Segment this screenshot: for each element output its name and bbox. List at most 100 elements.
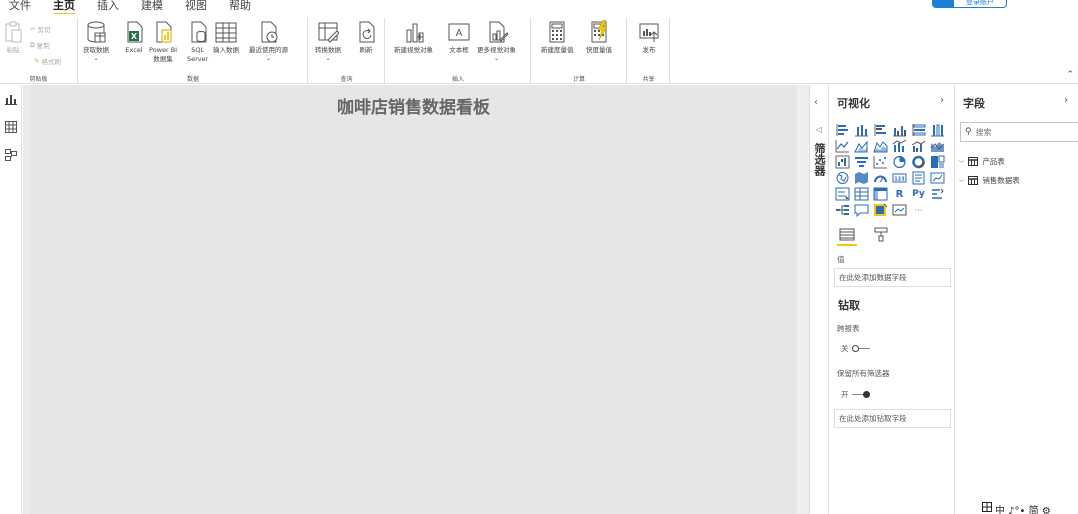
report-view-icon[interactable]: [5, 93, 17, 105]
signin-button[interactable]: 登录账户: [954, 0, 1007, 8]
collapse-ribbon-icon[interactable]: ⌃: [1066, 70, 1074, 80]
filters-label[interactable]: 筛选器: [813, 143, 826, 176]
model-view-icon[interactable]: [5, 149, 17, 161]
field-table-product[interactable]: ⌵ 产品表: [959, 156, 1005, 167]
menu-view[interactable]: 视图: [174, 0, 218, 14]
table-visual-icon[interactable]: [854, 187, 869, 201]
multi-row-card-icon[interactable]: [911, 171, 926, 185]
smart-narrative-icon[interactable]: [873, 203, 888, 217]
avatar[interactable]: [932, 0, 954, 8]
funnel-chart-icon[interactable]: [854, 155, 869, 169]
new-measure-button[interactable]: 新建度量值: [541, 20, 574, 55]
copy-button[interactable]: ⧉ 复制: [30, 40, 50, 51]
fields-search-input[interactable]: [975, 127, 1066, 137]
paste-icon: [5, 21, 22, 43]
scatter-chart-icon[interactable]: [873, 155, 888, 169]
enter-data-button[interactable]: 输入数据: [213, 20, 239, 55]
menu-insert[interactable]: 插入: [86, 0, 130, 14]
new-visual-button[interactable]: 新建视觉对象: [394, 20, 433, 55]
chevron-down-icon[interactable]: ⌵: [959, 157, 964, 166]
area-chart-icon[interactable]: [854, 139, 869, 153]
paginated-report-icon[interactable]: [892, 203, 907, 217]
copy-icon: ⧉: [30, 40, 35, 49]
stacked-column-chart-icon[interactable]: [854, 123, 869, 137]
100-stacked-column-chart-icon[interactable]: [930, 123, 945, 137]
tab-format[interactable]: [871, 226, 891, 242]
cut-button[interactable]: ✂ 剪切: [30, 24, 50, 34]
ribbon-chart-icon[interactable]: [930, 139, 945, 153]
format-painter-button[interactable]: ✎ 格式刷: [34, 56, 61, 66]
canvas-scrollbar[interactable]: [797, 85, 809, 514]
grid-icon: [982, 502, 992, 512]
power-bi-dataset-button[interactable]: Power BI 数据集: [149, 20, 177, 64]
sql-server-button[interactable]: SQL Server: [187, 20, 208, 64]
r-script-visual-icon[interactable]: R: [892, 187, 907, 201]
keep-filters-toggle[interactable]: 开: [841, 389, 870, 400]
excel-button[interactable]: X Excel: [124, 20, 144, 55]
chevron-down-icon[interactable]: ⌵: [959, 176, 964, 185]
card-icon[interactable]: 123: [892, 171, 907, 185]
text-box-button[interactable]: A 文本框: [447, 20, 471, 55]
filters-pane[interactable]: ‹ ◁ 筛选器: [809, 85, 828, 514]
menu-modeling[interactable]: 建模: [130, 0, 174, 14]
100-stacked-bar-chart-icon[interactable]: [911, 123, 926, 137]
field-table-sales[interactable]: ⌵ 销售数据表: [959, 175, 1020, 186]
fields-search[interactable]: ⚲: [960, 122, 1078, 142]
python-visual-icon[interactable]: Py: [911, 187, 926, 201]
transform-data-button[interactable]: 转换数据 ⌄: [315, 20, 341, 62]
excel-icon: X: [127, 21, 143, 43]
refresh-icon: [359, 21, 375, 43]
chevron-right-icon[interactable]: ›: [1064, 95, 1068, 106]
menu-file[interactable]: 文件: [0, 0, 42, 14]
fields-tab-icon: [839, 228, 855, 240]
stacked-bar-chart-icon[interactable]: [835, 123, 850, 137]
tab-fields[interactable]: [837, 226, 857, 246]
more-visuals-button[interactable]: 更多视觉对象 ⌄: [477, 20, 516, 62]
power-bi-label-line2: 数据集: [153, 55, 173, 63]
line-chart-icon[interactable]: [835, 139, 850, 153]
waterfall-chart-icon[interactable]: [835, 155, 850, 169]
insert-group: 新建视觉对象 A 文本框 更多视觉对象 ⌄ 插入: [386, 18, 531, 84]
recent-sources-button[interactable]: 最近使用的源 ⌄: [249, 20, 288, 62]
signin-area[interactable]: 登录账户: [932, 0, 1007, 8]
drillthrough-drop-zone[interactable]: 在此处添加钻取字段: [834, 409, 951, 428]
line-and-clustered-column-chart-icon[interactable]: [911, 139, 926, 153]
matrix-icon[interactable]: [873, 187, 888, 201]
donut-chart-icon[interactable]: [911, 155, 926, 169]
report-title[interactable]: 咖啡店销售数据看板: [31, 93, 796, 118]
values-drop-zone[interactable]: 在此处添加数据字段: [834, 268, 951, 287]
kpi-icon[interactable]: [930, 171, 945, 185]
gauge-icon[interactable]: [873, 171, 888, 185]
decomposition-tree-icon[interactable]: [835, 203, 850, 217]
scissors-icon: ✂: [30, 25, 36, 33]
get-data-button[interactable]: 获取数据 ⌄: [83, 20, 109, 62]
report-page[interactable]: 咖啡店销售数据看板: [31, 85, 796, 514]
publish-button[interactable]: 发布: [638, 20, 660, 55]
stacked-area-chart-icon[interactable]: [873, 139, 888, 153]
quick-measure-button[interactable]: 快度量值: [586, 20, 612, 55]
pie-chart-icon[interactable]: [892, 155, 907, 169]
menu-help[interactable]: 帮助: [218, 0, 262, 14]
clustered-column-chart-icon[interactable]: [892, 123, 907, 137]
map-icon[interactable]: [835, 171, 850, 185]
line-and-stacked-column-chart-icon[interactable]: [892, 139, 907, 153]
calc-group-label: 计算: [572, 76, 585, 83]
data-view-icon[interactable]: [5, 121, 17, 133]
filled-map-icon[interactable]: [854, 171, 869, 185]
chevron-down-icon: ⌄: [493, 55, 500, 62]
ime-toolbar[interactable]: 中 ♪°• 简 ⚙: [982, 502, 1051, 514]
slicer-icon[interactable]: [835, 187, 850, 201]
clustered-bar-chart-icon[interactable]: [873, 123, 888, 137]
paste-button[interactable]: 粘贴: [3, 20, 23, 55]
chevron-right-icon[interactable]: ›: [940, 95, 944, 106]
cross-report-toggle[interactable]: 关: [841, 343, 870, 354]
excel-label: Excel: [125, 46, 143, 54]
qa-visual-icon[interactable]: [854, 203, 869, 217]
format-painter-label: 格式刷: [41, 58, 61, 66]
chevron-left-icon[interactable]: ‹: [814, 97, 818, 108]
treemap-icon[interactable]: [930, 155, 945, 169]
refresh-button[interactable]: 刷新: [356, 20, 376, 55]
menu-home[interactable]: 主页: [42, 0, 86, 15]
key-influencers-icon[interactable]: [930, 187, 945, 201]
more-visuals-ellipsis-icon[interactable]: ···: [911, 203, 926, 217]
